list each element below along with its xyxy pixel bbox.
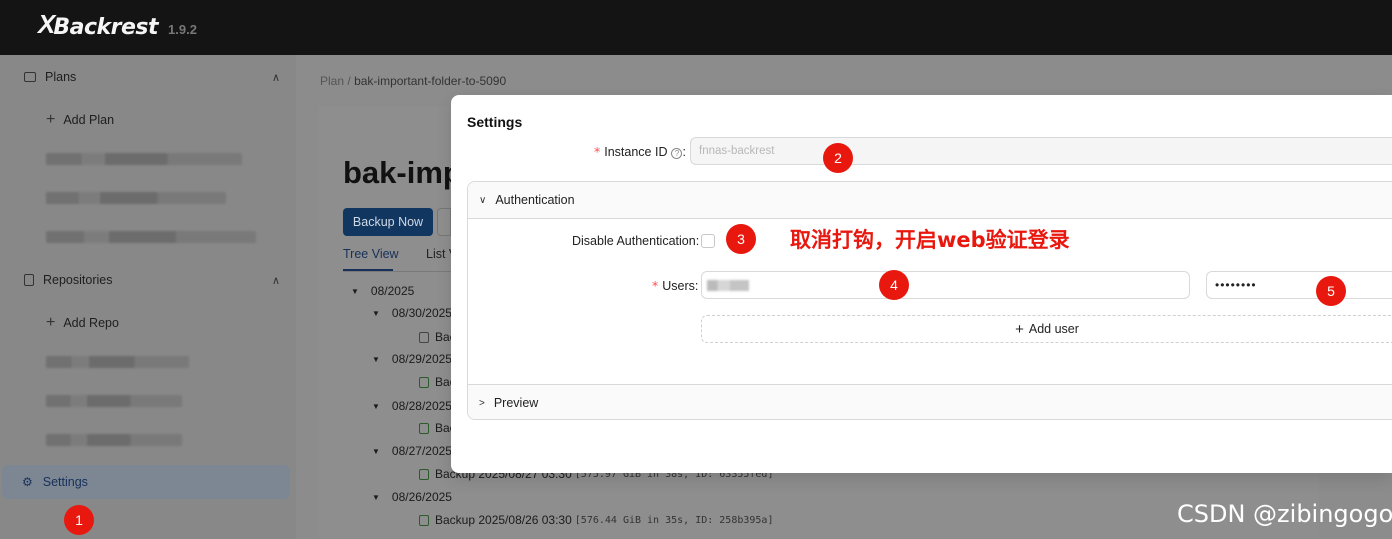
breadcrumb-separator: / xyxy=(347,74,351,88)
snapshot-icon xyxy=(419,331,429,343)
plus-icon: + xyxy=(1015,320,1024,338)
snapshot-icon xyxy=(419,422,429,434)
sidebar-group-repositories-label: Repositories xyxy=(43,273,113,287)
disable-auth-label: Disable Authentication: xyxy=(572,234,699,248)
sidebar-item-repo-redacted[interactable] xyxy=(46,395,182,407)
sidebar-item-repo-redacted[interactable] xyxy=(46,356,189,368)
backup-meta: [576.44 GiB in 35s, ID: 258b395a] xyxy=(574,514,774,526)
annotation-badge: 2 xyxy=(823,143,853,173)
tree-node-label: 08/26/2025 xyxy=(391,490,452,504)
preview-panel-header[interactable]: > Preview xyxy=(468,384,1392,419)
add-user-label: Add user xyxy=(1028,322,1079,336)
page-title: bak-imp xyxy=(343,155,462,190)
tree-node-label: 08/27/2025 xyxy=(391,444,452,458)
tree-node-day[interactable]: ▼ 08/26/2025 xyxy=(372,490,452,504)
plus-icon: + xyxy=(46,111,56,128)
chevron-down-icon: ∨ xyxy=(479,194,487,206)
sidebar-group-plans[interactable]: Plans ∧ xyxy=(0,55,296,99)
label-colon: : xyxy=(695,234,700,248)
breadcrumb-current: bak-important-folder-to-5090 xyxy=(354,74,507,88)
caret-down-icon: ▼ xyxy=(372,354,380,364)
tree-node-day[interactable]: ▼ 08/29/2025 xyxy=(372,352,452,366)
tree-node-day[interactable]: ▼ 08/30/2025 xyxy=(372,306,452,320)
annotation-badge: 4 xyxy=(879,270,909,300)
sidebar-item-add-plan[interactable]: + Add Plan xyxy=(46,111,114,129)
plus-icon: + xyxy=(46,314,56,331)
tree-leaf-label: Backup 2025/08/26 03:30 xyxy=(435,513,572,527)
add-plan-label: Add Plan xyxy=(63,113,115,127)
add-user-button[interactable]: + Add user xyxy=(701,315,1392,343)
username-input[interactable] xyxy=(701,271,1190,299)
tree-node-label: 08/30/2025 xyxy=(391,306,452,320)
annotation-badge: 3 xyxy=(726,224,756,254)
settings-collapse: ∨ Authentication > Preview xyxy=(467,181,1392,420)
sidebar-item-repo-redacted[interactable] xyxy=(46,434,182,446)
backup-now-button[interactable]: Backup Now xyxy=(343,208,433,236)
add-repo-label: Add Repo xyxy=(63,316,119,330)
authentication-label: Authentication xyxy=(495,193,575,207)
calendar-icon xyxy=(24,72,36,82)
annotation-badge: 1 xyxy=(64,505,94,535)
snapshot-icon xyxy=(419,468,429,480)
secondary-action-button[interactable] xyxy=(437,208,451,236)
users-label: * Users: xyxy=(652,278,698,293)
watermark: CSDN @zibingogo xyxy=(1177,500,1392,528)
caret-down-icon: ▼ xyxy=(372,401,380,411)
snapshot-icon xyxy=(419,376,429,388)
tree-node-month[interactable]: ▼ 08/2025 xyxy=(351,284,414,298)
sidebar-item-plan-redacted[interactable] xyxy=(46,192,226,204)
tree-node-label: 08/28/2025 xyxy=(391,399,452,413)
settings-modal: Settings * Instance ID?: fnnas-backrest ∨… xyxy=(451,95,1392,473)
sidebar-item-plan-redacted[interactable] xyxy=(46,153,242,165)
breadcrumb-root[interactable]: Plan xyxy=(320,74,344,88)
required-marker: * xyxy=(594,144,601,159)
annotation-badge: 5 xyxy=(1316,276,1346,306)
label-colon: : xyxy=(682,145,686,159)
sidebar-group-repositories[interactable]: Repositories ∧ xyxy=(0,258,296,302)
users-label-text: Users xyxy=(662,279,695,293)
sidebar-item-add-repo[interactable]: + Add Repo xyxy=(46,314,119,332)
top-header: X Backrest 1.9.2 xyxy=(0,0,1392,55)
tree-node-day[interactable]: ▼ 08/28/2025 xyxy=(372,399,452,413)
chevron-right-icon: > xyxy=(479,397,485,409)
tree-node-label: 08/29/2025 xyxy=(391,352,452,366)
caret-down-icon: ▼ xyxy=(372,446,380,456)
instance-id-label: * Instance ID?: xyxy=(594,144,686,159)
backrest-logo[interactable]: X Backrest 1.9.2 xyxy=(38,9,197,40)
sidebar-item-settings[interactable]: ⚙ Settings xyxy=(2,465,290,499)
tree-node-day[interactable]: ▼ 08/27/2025 xyxy=(372,444,452,458)
instance-id-input[interactable]: fnnas-backrest xyxy=(690,137,1392,165)
caret-down-icon: ▼ xyxy=(372,308,380,318)
sidebar-group-plans-label: Plans xyxy=(45,70,77,84)
version-label: 1.9.2 xyxy=(168,22,197,37)
tree-node-label: 08/2025 xyxy=(370,284,415,298)
modal-title: Settings xyxy=(467,114,523,130)
instance-id-label-text: Instance ID xyxy=(604,145,668,159)
chevron-up-icon: ∧ xyxy=(271,72,280,84)
annotation-note: 取消打钩，开启web验证登录 xyxy=(790,228,1070,252)
caret-down-icon: ▼ xyxy=(351,286,359,296)
logo-text: Backrest xyxy=(53,15,159,40)
label-colon: : xyxy=(694,279,699,293)
gear-icon: ⚙ xyxy=(22,475,33,489)
breadcrumb: Plan / bak-important-folder-to-5090 xyxy=(320,74,506,88)
caret-down-icon: ▼ xyxy=(372,492,380,502)
disable-auth-checkbox[interactable] xyxy=(701,234,715,248)
sidebar-item-settings-label: Settings xyxy=(42,475,88,489)
database-icon xyxy=(24,274,34,286)
sidebar-item-plan-redacted[interactable] xyxy=(46,231,256,243)
preview-label: Preview xyxy=(493,396,539,410)
authentication-panel-header[interactable]: ∨ Authentication xyxy=(468,182,1392,219)
snapshot-icon xyxy=(419,514,429,526)
username-redacted xyxy=(707,280,749,291)
tab-tree-view[interactable]: Tree View xyxy=(343,247,399,261)
chevron-up-icon: ∧ xyxy=(271,275,280,287)
tree-leaf-backup[interactable]: Backup 2025/08/26 03:30 [576.44 GiB in 3… xyxy=(419,513,773,527)
disable-auth-label-text: Disable Authentication xyxy=(572,234,696,248)
password-input[interactable]: •••••••• xyxy=(1206,271,1392,299)
required-marker: * xyxy=(652,278,659,293)
help-icon[interactable]: ? xyxy=(671,148,683,159)
